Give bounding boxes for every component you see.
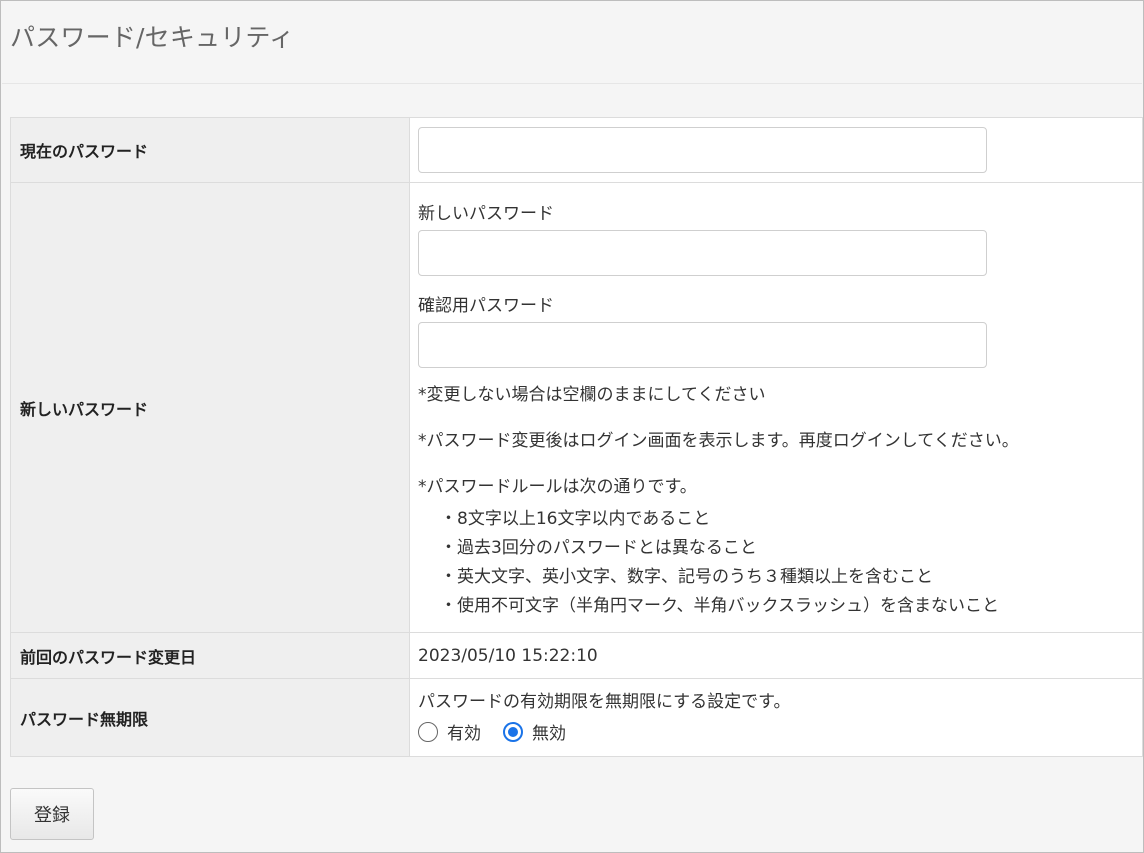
confirm-password-field-label: 確認用パスワード [418,296,554,316]
note-no-change: *変更しない場合は空欄のままにしてください [418,385,766,405]
page-title: パスワード/セキュリティ [10,23,295,52]
register-button[interactable]: 登録 [10,788,94,840]
field-gap [418,276,1142,295]
radio-enabled[interactable]: 有効 [418,719,481,744]
header-spacer [2,85,1142,117]
last-change-label: 前回のパスワード変更日 [10,632,410,679]
note-relogin: *パスワード変更後はログイン画面を表示します。再度ログインしてください。 [418,431,1019,451]
radio-enabled-label[interactable]: 有効 [447,719,481,744]
current-password-label: 現在のパスワード [10,117,410,183]
password-rule-item: ・英大文字、英小文字、数字、記号のうち３種類以上を含むこと [440,567,933,587]
new-password-field-label: 新しいパスワード [418,204,554,224]
row-current-password: 現在のパスワード [10,117,1143,183]
page-header: パスワード/セキュリティ [2,2,1142,84]
password-rule-item: ・8文字以上16文字以内であること [440,509,711,529]
new-password-input[interactable] [418,230,987,276]
last-change-value: 2023/05/10 15:22:10 [409,632,1143,679]
unlimited-radio-group: 有効 無効 [418,719,1142,744]
row-password-unlimited: パスワード無期限 パスワードの有効期限を無期限にする設定です。 有効 無効 [10,678,1143,757]
radio-disabled[interactable]: 無効 [503,719,566,744]
current-password-cell [409,117,1143,183]
unlimited-label: パスワード無期限 [10,678,410,757]
unlimited-cell: パスワードの有効期限を無期限にする設定です。 有効 無効 [409,678,1143,757]
password-rule-item: ・過去3回分のパスワードとは異なること [440,538,757,558]
page-frame: パスワード/セキュリティ 現在のパスワード 新しいパスワード 新しいパスワード … [0,0,1144,853]
confirm-password-input[interactable] [418,322,987,368]
new-password-label: 新しいパスワード [10,182,410,633]
current-password-input[interactable] [418,127,987,173]
password-settings-table: 現在のパスワード 新しいパスワード 新しいパスワード 確認用パスワード *変更し… [10,117,1143,757]
new-password-cell: 新しいパスワード 確認用パスワード *変更しない場合は空欄のままにしてください … [409,182,1143,633]
radio-enabled-circle[interactable] [418,721,438,742]
row-new-password: 新しいパスワード 新しいパスワード 確認用パスワード *変更しない場合は空欄のま… [10,182,1143,633]
note-rules-heading: *パスワードルールは次の通りです。 [418,477,697,497]
unlimited-description: パスワードの有効期限を無期限にする設定です。 [418,692,791,712]
row-last-change: 前回のパスワード変更日 2023/05/10 15:22:10 [10,632,1143,679]
password-rules-list: ・8文字以上16文字以内であること ・過去3回分のパスワードとは異なること ・英… [418,505,1142,621]
password-rule-item: ・使用不可文字（半角円マーク、半角バックスラッシュ）を含まないこと [440,596,999,616]
radio-disabled-label[interactable]: 無効 [532,719,566,744]
radio-disabled-circle[interactable] [503,721,523,742]
